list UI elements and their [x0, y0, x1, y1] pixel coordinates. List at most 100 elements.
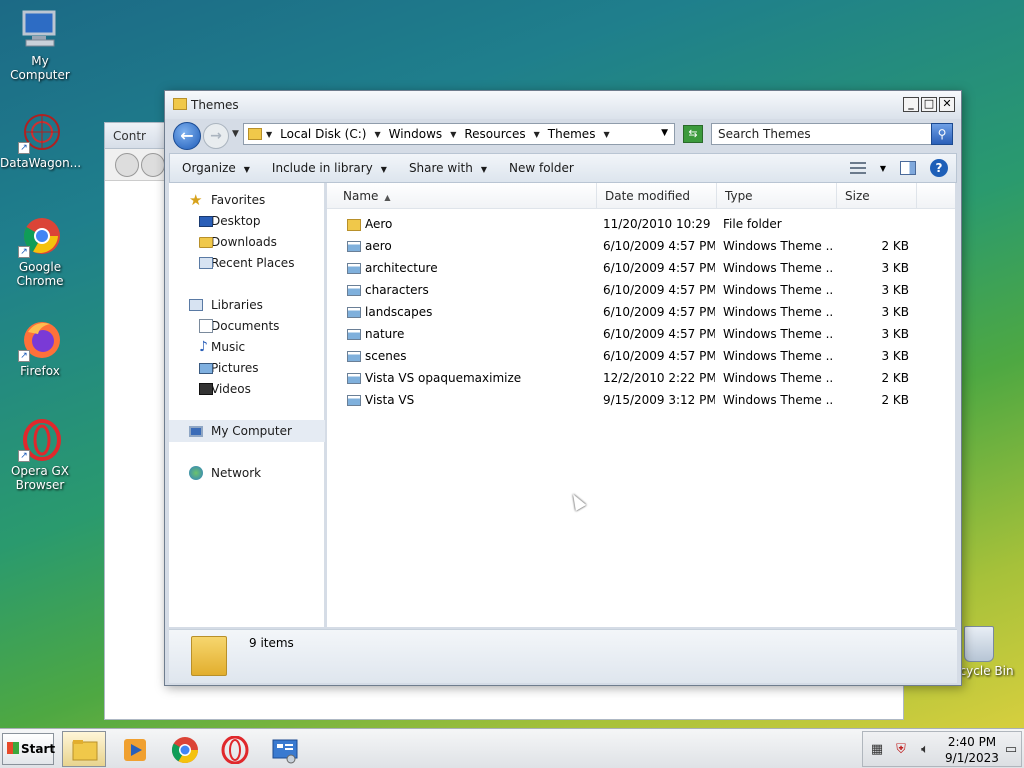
nav-label: Pictures — [211, 361, 259, 375]
forward-icon[interactable] — [141, 153, 165, 177]
title-bar[interactable]: Themes _ □ ✕ — [165, 91, 961, 119]
address-bar[interactable]: ▼ Local Disk (C:) ▼ Windows ▼ Resources … — [243, 123, 675, 145]
file-name: Aero — [365, 217, 393, 231]
views-dropdown[interactable]: ▼ — [880, 164, 886, 173]
nav-label: Network — [211, 466, 262, 480]
breadcrumb-windows[interactable]: Windows — [389, 127, 443, 141]
column-name[interactable]: Name ▲ — [335, 183, 597, 209]
theme-file-icon — [347, 307, 361, 318]
help-icon[interactable]: ? — [930, 159, 948, 177]
chevron-down-icon[interactable]: ▼ — [534, 130, 540, 139]
nav-desktop[interactable]: Desktop — [169, 210, 325, 232]
recent-pages-dropdown[interactable]: ▼ — [232, 129, 239, 139]
breadcrumb-local-disk[interactable]: Local Disk (C:) — [280, 127, 366, 141]
volume-icon[interactable]: 🔈︎ — [917, 742, 933, 758]
nav-label: Documents — [211, 319, 280, 333]
taskbar-opera[interactable] — [212, 731, 256, 767]
security-alert-icon[interactable]: ⛨ — [893, 742, 909, 758]
show-desktop-icon[interactable]: ▭ — [1003, 742, 1019, 758]
window-title: Themes — [191, 98, 239, 112]
nav-favorites[interactable]: ★ Favorites — [169, 189, 325, 211]
file-type: File folder — [723, 217, 782, 231]
minimize-button[interactable]: _ — [903, 97, 919, 112]
desktop-icon-datawagon[interactable]: ↗ DataWagon... — [0, 110, 81, 170]
file-row[interactable]: Vista VS opaquemaximize 12/2/2010 2:22 PM… — [327, 367, 955, 389]
views-icon[interactable] — [849, 162, 866, 174]
desktop-icon-my-computer[interactable]: My Computer — [0, 8, 80, 82]
taskbar-chrome[interactable] — [162, 731, 206, 767]
background-window-title-text: Contr — [113, 129, 146, 143]
desktop-icon-chrome[interactable]: ↗ Google Chrome — [0, 214, 80, 288]
theme-file-icon — [347, 329, 361, 340]
clock[interactable]: 2:40 PM 9/1/2023 — [943, 734, 1001, 766]
file-row[interactable]: scenes 6/10/2009 4:57 PM Windows Theme ...… — [327, 345, 955, 367]
chrome-icon — [171, 736, 199, 764]
nav-pictures[interactable]: Pictures — [169, 357, 325, 379]
navigation-pane: ★ Favorites Desktop Downloads Recent Plac… — [169, 183, 325, 627]
nav-libraries[interactable]: Libraries — [169, 294, 325, 316]
chevron-down-icon[interactable]: ▼ — [266, 130, 272, 139]
file-row[interactable]: Vista VS 9/15/2009 3:12 PM Windows Theme .… — [327, 389, 955, 411]
file-row[interactable]: architecture 6/10/2009 4:57 PM Windows The… — [327, 257, 955, 279]
file-name: landscapes — [365, 305, 433, 319]
desktop-icon-firefox[interactable]: ↗ Firefox — [0, 318, 80, 378]
file-row[interactable]: landscapes 6/10/2009 4:57 PM Windows Theme… — [327, 301, 955, 323]
file-name: Vista VS opaquemaximize — [365, 371, 522, 385]
computer-icon — [189, 426, 203, 437]
address-history-dropdown[interactable]: ▼ — [661, 128, 668, 138]
nav-recent-places[interactable]: Recent Places — [169, 252, 325, 274]
chevron-down-icon[interactable]: ▼ — [450, 130, 456, 139]
close-button[interactable]: ✕ — [939, 97, 955, 112]
nav-my-computer[interactable]: My Computer — [169, 420, 325, 442]
file-name: aero — [365, 239, 392, 253]
file-date-modified: 6/10/2009 4:57 PM — [603, 283, 715, 297]
organize-button[interactable]: Organize ▼ — [182, 161, 250, 175]
breadcrumb-resources[interactable]: Resources — [464, 127, 525, 141]
chevron-down-icon[interactable]: ▼ — [603, 130, 609, 139]
nav-network[interactable]: Network — [169, 462, 325, 484]
taskbar-explorer[interactable] — [62, 731, 106, 767]
network-status-icon[interactable]: ▦ — [869, 742, 885, 758]
file-type: Windows Theme ... — [723, 283, 833, 297]
my-computer-icon — [18, 8, 62, 52]
taskbar-control-panel[interactable] — [262, 731, 306, 767]
explorer-window[interactable]: Themes _ □ ✕ ← → ▼ ▼ Local Disk (C:) ▼ W… — [164, 90, 962, 686]
column-type[interactable]: Type — [717, 183, 837, 209]
file-row[interactable]: nature 6/10/2009 4:57 PM Windows Theme ...… — [327, 323, 955, 345]
back-icon[interactable] — [115, 153, 139, 177]
file-type: Windows Theme ... — [723, 239, 833, 253]
start-label: Start — [21, 742, 56, 756]
nav-music[interactable]: ♪ Music — [169, 336, 325, 358]
search-input[interactable]: Search Themes — [711, 123, 933, 145]
include-in-library-button[interactable]: Include in library ▼ — [272, 161, 387, 175]
sort-ascending-icon: ▲ — [384, 193, 391, 202]
column-date-modified[interactable]: Date modified — [597, 183, 717, 209]
search-button[interactable]: ⚲ — [931, 123, 953, 145]
maximize-button[interactable]: □ — [921, 97, 937, 112]
nav-documents[interactable]: Documents — [169, 315, 325, 337]
file-row[interactable]: characters 6/10/2009 4:57 PM Windows Theme… — [327, 279, 955, 301]
back-button[interactable]: ← — [173, 122, 201, 150]
desktop-icon — [199, 216, 213, 227]
file-row[interactable]: aero 6/10/2009 4:57 PM Windows Theme ... 2 … — [327, 235, 955, 257]
chevron-down-icon[interactable]: ▼ — [374, 130, 380, 139]
refresh-button[interactable]: ⇆ — [683, 125, 703, 143]
nav-downloads[interactable]: Downloads — [169, 231, 325, 253]
nav-videos[interactable]: Videos — [169, 378, 325, 400]
file-type: Windows Theme ... — [723, 393, 833, 407]
desktop-icon-label: My Computer — [10, 54, 70, 82]
breadcrumb-themes[interactable]: Themes — [548, 127, 596, 141]
forward-button[interactable]: → — [203, 123, 229, 149]
theme-file-icon — [347, 351, 361, 362]
file-size: 3 KB — [881, 327, 909, 341]
column-size[interactable]: Size — [837, 183, 917, 209]
desktop-icon-opera-gx[interactable]: ↗ Opera GX Browser — [0, 418, 80, 492]
share-with-button[interactable]: Share with ▼ — [409, 161, 487, 175]
firefox-icon: ↗ — [18, 318, 62, 362]
taskbar-media-player[interactable] — [112, 731, 156, 767]
preview-pane-icon[interactable] — [900, 161, 916, 175]
new-folder-button[interactable]: New folder — [509, 161, 574, 175]
nav-label: Music — [211, 340, 246, 354]
start-button[interactable]: Start — [2, 733, 56, 765]
file-row[interactable]: Aero 11/20/2010 10:29 ... File folder — [327, 213, 955, 235]
